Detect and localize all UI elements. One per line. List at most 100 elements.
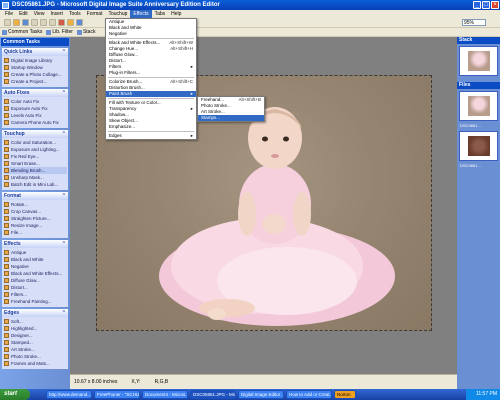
task-group-header[interactable]: Touchup ⌃: [2, 130, 68, 138]
undo-icon[interactable]: [40, 19, 47, 26]
task-link-create-a-project[interactable]: Create a Project...: [4, 78, 67, 85]
new-icon[interactable]: [4, 19, 11, 26]
task-group-header[interactable]: Quick Links ⌃: [2, 48, 68, 56]
task-group-header[interactable]: Effects ⌃: [2, 240, 68, 248]
taskbar-item[interactable]: Digital Image Editor ...: [238, 390, 284, 399]
task-link-freehand-painting[interactable]: Freehand Painting...: [4, 298, 67, 305]
collapse-icon[interactable]: ⌃: [62, 192, 66, 200]
taskbar-item[interactable]: DSC05861.JPG - Mic...: [190, 390, 236, 399]
task-link-exposure-auto-fix[interactable]: Exposure Auto Fix: [4, 105, 67, 112]
task-group-header[interactable]: Format ⌃: [2, 192, 68, 200]
task-icon: [4, 285, 9, 290]
task-link-crop-canvas[interactable]: Crop Canvas...: [4, 208, 67, 215]
submenu-arrow-icon: ▸: [190, 91, 193, 96]
paint-menu-item-stamps[interactable]: Stamps...: [198, 115, 264, 121]
menu-edit[interactable]: Edit: [16, 10, 31, 18]
task-link-highlighted[interactable]: Highlighted...: [4, 325, 67, 332]
task-link-straighten-picture[interactable]: Straighten Picture...: [4, 215, 67, 222]
task-link-batch-edit-in-mini-lab[interactable]: Batch Edit in Mini Lab...: [4, 181, 67, 188]
effects-menu-item-plug-in-filters[interactable]: Plug-in Filters...: [106, 70, 196, 76]
task-link-color-auto-fix[interactable]: Color Auto Fix: [4, 98, 67, 105]
stack-thumbnail[interactable]: [459, 46, 498, 76]
task-group-header[interactable]: Edges ⌃: [2, 309, 68, 317]
lib-filter-button[interactable]: Lib. Filter: [46, 29, 73, 35]
task-link-fix-red-eye[interactable]: Fix Red Eye...: [4, 153, 67, 160]
menu-separator: [108, 98, 194, 99]
task-link-diffuse-glow[interactable]: Diffuse Glow...: [4, 277, 67, 284]
task-link-camera-phone-auto-fix[interactable]: Camera Phone Auto Fix: [4, 119, 67, 126]
task-link-stamped[interactable]: Stamped...: [4, 339, 67, 346]
task-link-startup-window[interactable]: Startup Window: [4, 64, 67, 71]
effects-menu-item-negative[interactable]: Negative: [106, 31, 196, 37]
file-thumbnail-1[interactable]: [459, 91, 498, 121]
task-link-label: Frames and Mats...: [11, 361, 50, 366]
email-icon[interactable]: [58, 19, 65, 26]
task-group-header[interactable]: Auto Fixes ⌃: [2, 89, 68, 97]
task-link-file[interactable]: File...: [4, 229, 67, 236]
task-link-create-a-photo-collage[interactable]: Create a Photo Collage...: [4, 71, 67, 78]
task-group-body: Rotate... Crop Canvas... Straighten Pictur…: [2, 200, 68, 238]
collapse-icon[interactable]: ⌃: [62, 48, 66, 56]
close-button[interactable]: ×: [491, 1, 499, 9]
taskbar-item[interactable]: Document4 - Micros...: [142, 390, 188, 399]
task-icon: [4, 168, 9, 173]
task-link-black-and-white-effects[interactable]: Black and White Effects...: [4, 270, 67, 277]
task-link-smart-erase[interactable]: Smart Erase...: [4, 160, 67, 167]
task-link-exposure-and-lighting[interactable]: Exposure and Lighting...: [4, 146, 67, 153]
menu-tools[interactable]: Tools: [66, 10, 84, 18]
task-link-designer[interactable]: Designer...: [4, 332, 67, 339]
collapse-icon[interactable]: ⌃: [62, 89, 66, 97]
select-icon[interactable]: [76, 19, 83, 26]
taskbar-item[interactable]: How to Add or Creat...: [286, 390, 332, 399]
file-thumbnail-2[interactable]: [459, 131, 498, 161]
menu-help[interactable]: Help: [168, 10, 184, 18]
task-link-frames-and-mats[interactable]: Frames and Mats...: [4, 360, 67, 367]
task-link-black-and-white[interactable]: Black and White: [4, 256, 67, 263]
effects-menu-item-paint-brush[interactable]: Paint Brush ▸: [106, 91, 196, 97]
task-link-photo-stroke[interactable]: Photo Stroke...: [4, 353, 67, 360]
task-link-rotate[interactable]: Rotate...: [4, 201, 67, 208]
start-button[interactable]: start: [0, 389, 30, 400]
menu-tabs[interactable]: Tabs: [152, 10, 169, 18]
thumbnail-image: [467, 136, 490, 156]
task-link-distort[interactable]: Distort...: [4, 284, 67, 291]
menu-format[interactable]: Format: [84, 10, 106, 18]
menu-insert[interactable]: Insert: [47, 10, 66, 18]
task-link-color-and-saturation[interactable]: Color and Saturation...: [4, 139, 67, 146]
menu-view[interactable]: View: [31, 10, 48, 18]
collapse-icon[interactable]: ⌃: [62, 309, 66, 317]
maximize-button[interactable]: □: [482, 1, 490, 9]
taskbar-item[interactable]: FreePhoner - "SCHU...: [94, 390, 140, 399]
collapse-icon[interactable]: ⌃: [62, 240, 66, 248]
paint-icon[interactable]: [67, 19, 74, 26]
task-link-filters[interactable]: Filters...: [4, 291, 67, 298]
task-link-unsharp-mask[interactable]: Unsharp Mask...: [4, 174, 67, 181]
open-icon[interactable]: [13, 19, 20, 26]
menu-touchup[interactable]: Touchup: [105, 10, 130, 18]
collapse-icon[interactable]: ⌃: [62, 130, 66, 138]
task-link-negative[interactable]: Negative: [4, 263, 67, 270]
minimize-button[interactable]: _: [473, 1, 481, 9]
effects-menu-item-edges[interactable]: Edges ▸: [106, 133, 196, 139]
stack-button[interactable]: Stack: [76, 29, 95, 35]
task-link-levels-auto-fix[interactable]: Levels Auto Fix: [4, 112, 67, 119]
task-link-art-stroke[interactable]: Art Stroke...: [4, 346, 67, 353]
menu-effects[interactable]: Effects: [130, 10, 152, 18]
menu-file[interactable]: File: [2, 10, 16, 18]
task-link-soft[interactable]: Soft...: [4, 318, 67, 325]
common-tasks-button[interactable]: Common Tasks: [2, 29, 42, 35]
menu-item-label: Paint Brush: [109, 91, 133, 96]
task-link-antique[interactable]: Antique: [4, 249, 67, 256]
norton-tray-item[interactable]: Norton: [334, 390, 356, 399]
redo-icon[interactable]: [49, 19, 56, 26]
task-link-digital-image-library[interactable]: Digital Image Library: [4, 57, 67, 64]
task-link-resize-image[interactable]: Resize Image...: [4, 222, 67, 229]
save-icon[interactable]: [22, 19, 29, 26]
task-group-title: Quick Links: [4, 49, 33, 55]
task-icon: [4, 361, 9, 366]
taskbar-item[interactable]: http://www.demand...: [46, 390, 92, 399]
effects-menu-item-emphasize[interactable]: Emphasize...: [106, 124, 196, 130]
zoom-field[interactable]: 95%: [462, 19, 486, 26]
task-link-blending-brush[interactable]: Blending Brush...: [4, 167, 67, 174]
print-icon[interactable]: [31, 19, 38, 26]
